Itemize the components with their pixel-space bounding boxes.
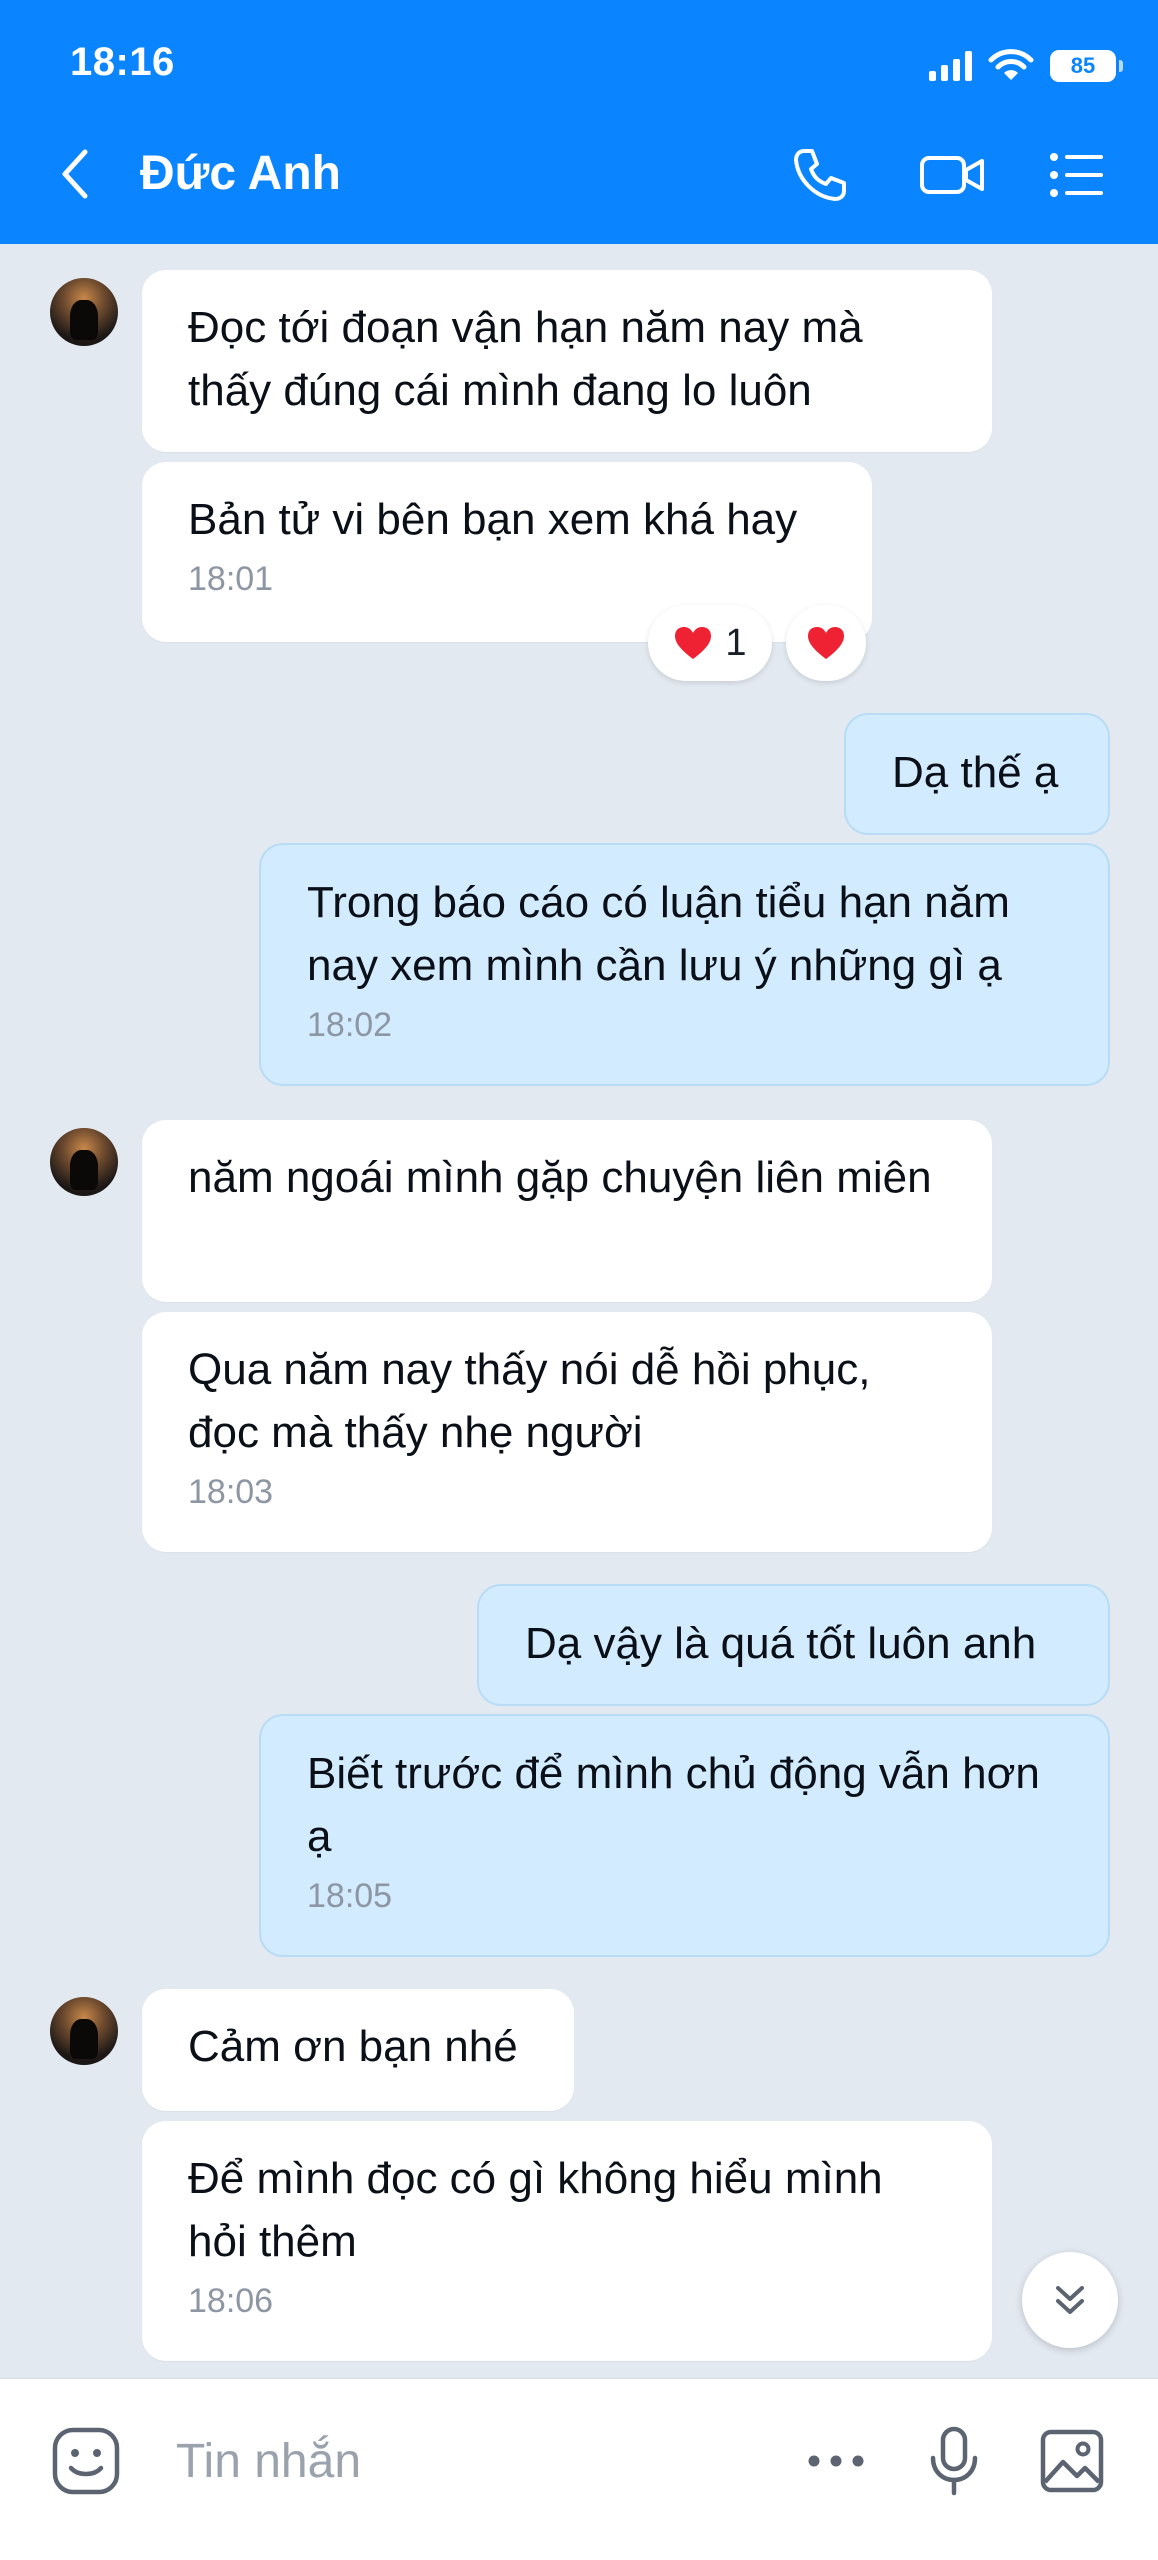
message-composer [0,2378,1158,2560]
message-text: Dạ thế ạ [892,748,1059,797]
battery-icon: 85 [1050,50,1123,82]
status-icons: 85 [929,46,1123,86]
message-input[interactable] [176,2431,736,2491]
message-text: Cảm ơn bạn nhé [188,2022,518,2071]
contact-name[interactable]: Đức Anh [140,146,341,202]
sticker-icon [52,2427,120,2495]
message-text: Qua năm nay thấy nói dễ hồi phục, đọc mà… [188,1345,871,1457]
reaction-count: 1 [725,621,747,664]
message-time: 18:06 [188,2282,274,2320]
message-text: Đọc tới đoạn vận hạn năm nay mà thấy đún… [188,303,863,415]
more-icon [808,2455,864,2467]
scroll-down-icon [1056,2286,1084,2314]
message-bubble-incoming[interactable]: năm ngoái mình gặp chuyện liên miên [142,1120,992,1302]
react-heart-button[interactable] [786,605,866,681]
message-text: năm ngoái mình gặp chuyện liên miên [188,1153,932,1202]
scroll-to-bottom-button[interactable] [1022,2252,1118,2348]
message-bubble-outgoing[interactable]: Biết trước để mình chủ động vẫn hơn ạ 18… [259,1714,1110,1957]
chat-header: 18:16 85 Đức Anh [0,0,1158,244]
chat-screen: 18:16 85 Đức Anh Đọc tới đoạn vận hạn nă… [0,0,1158,2560]
avatar[interactable] [50,1997,118,2065]
message-bubble-incoming[interactable]: Qua năm nay thấy nói dễ hồi phục, đọc mà… [142,1312,992,1552]
wifi-icon [988,49,1034,80]
avatar[interactable] [50,1128,118,1196]
signal-icon [929,51,972,81]
back-button[interactable] [52,146,96,202]
microphone-icon [930,2426,978,2496]
message-time: 18:01 [188,560,274,598]
message-bubble-incoming[interactable]: Cảm ơn bạn nhé [142,1989,574,2111]
status-time: 18:16 [70,40,175,84]
message-bubble-outgoing[interactable]: Trong báo cáo có luận tiểu hạn năm nay x… [259,843,1110,1086]
message-time: 18:03 [188,1473,274,1511]
message-time: 18:02 [307,1006,393,1044]
message-bubble-outgoing[interactable]: Dạ vậy là quá tốt luôn anh [477,1584,1110,1706]
message-bubble-incoming[interactable]: Để mình đọc có gì không hiểu mình hỏi th… [142,2121,992,2361]
video-call-icon [920,156,984,194]
heart-icon [675,627,712,659]
heart-icon [808,627,844,659]
message-text: Dạ vậy là quá tốt luôn anh [525,1619,1037,1668]
message-text: Biết trước để mình chủ động vẫn hơn ạ [307,1749,1040,1861]
video-call-button[interactable] [912,140,992,210]
voice-call-button[interactable] [785,140,855,210]
message-time: 18:05 [307,1877,393,1915]
message-bubble-incoming[interactable]: Bản tử vi bên bạn xem khá hay 18:01 [142,462,872,642]
image-picker-button[interactable] [1030,2419,1114,2503]
battery-level: 85 [1070,53,1096,78]
avatar[interactable] [50,278,118,346]
sticker-button[interactable] [44,2419,128,2503]
message-text: Trong báo cáo có luận tiểu hạn năm nay x… [307,878,1010,990]
image-icon [1040,2429,1104,2493]
message-bubble-incoming[interactable]: Đọc tới đoạn vận hạn năm nay mà thấy đún… [142,270,992,452]
message-text: Bản tử vi bên bạn xem khá hay [188,495,798,544]
message-text: Để mình đọc có gì không hiểu mình hỏi th… [188,2154,883,2266]
reaction-summary[interactable]: 1 [648,605,772,681]
menu-list-icon [1050,153,1103,197]
menu-button[interactable] [1042,140,1112,210]
back-icon [62,149,88,199]
phone-icon [794,149,846,201]
voice-message-button[interactable] [912,2419,996,2503]
more-button[interactable] [794,2419,878,2503]
message-bubble-outgoing[interactable]: Dạ thế ạ [844,713,1110,835]
